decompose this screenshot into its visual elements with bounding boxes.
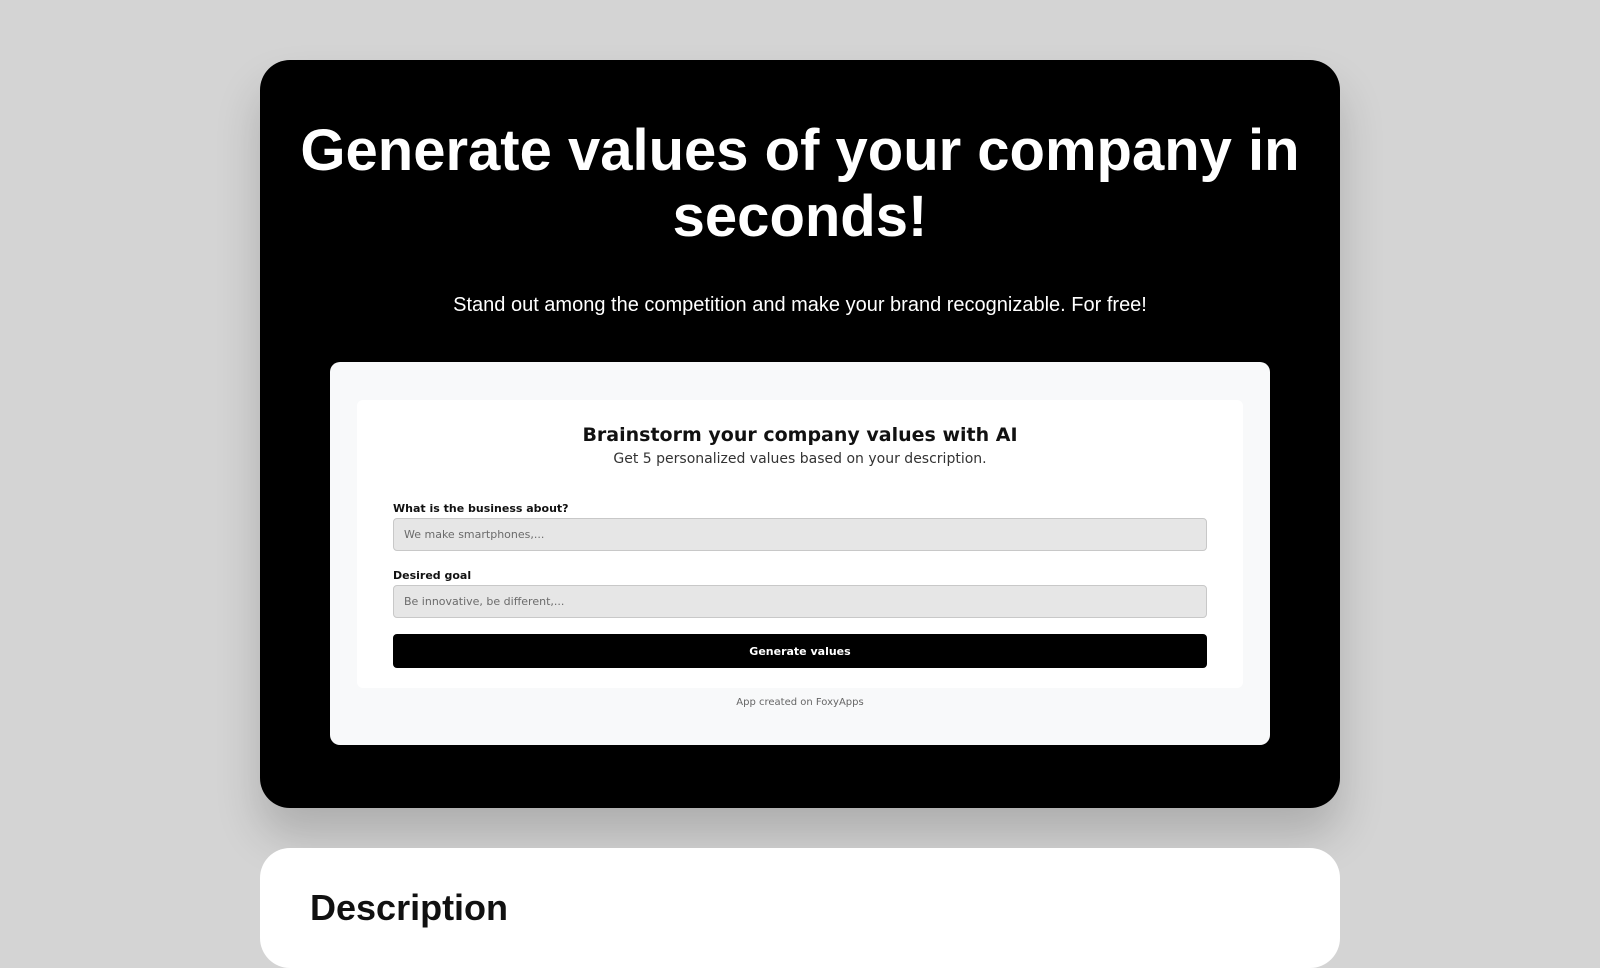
hero-title: Generate values of your company in secon…: [300, 118, 1300, 249]
app-subtitle: Get 5 personalized values based on your …: [613, 451, 987, 467]
description-card: Description: [260, 848, 1340, 968]
embedded-app-frame: Brainstorm your company values with AI G…: [330, 362, 1270, 745]
generate-values-button[interactable]: Generate values: [393, 634, 1207, 668]
app-title: Brainstorm your company values with AI: [582, 424, 1018, 446]
value-generator-form: Brainstorm your company values with AI G…: [357, 400, 1243, 688]
desired-goal-label: Desired goal: [393, 569, 472, 582]
hero-card: Generate values of your company in secon…: [260, 60, 1340, 808]
hero-subtitle: Stand out among the competition and make…: [453, 294, 1147, 316]
business-about-input[interactable]: [393, 518, 1207, 551]
desired-goal-input[interactable]: [393, 585, 1207, 618]
description-heading: Description: [310, 887, 509, 928]
business-about-label: What is the business about?: [393, 502, 569, 515]
app-footer-credit: App created on FoxyApps: [736, 697, 864, 708]
